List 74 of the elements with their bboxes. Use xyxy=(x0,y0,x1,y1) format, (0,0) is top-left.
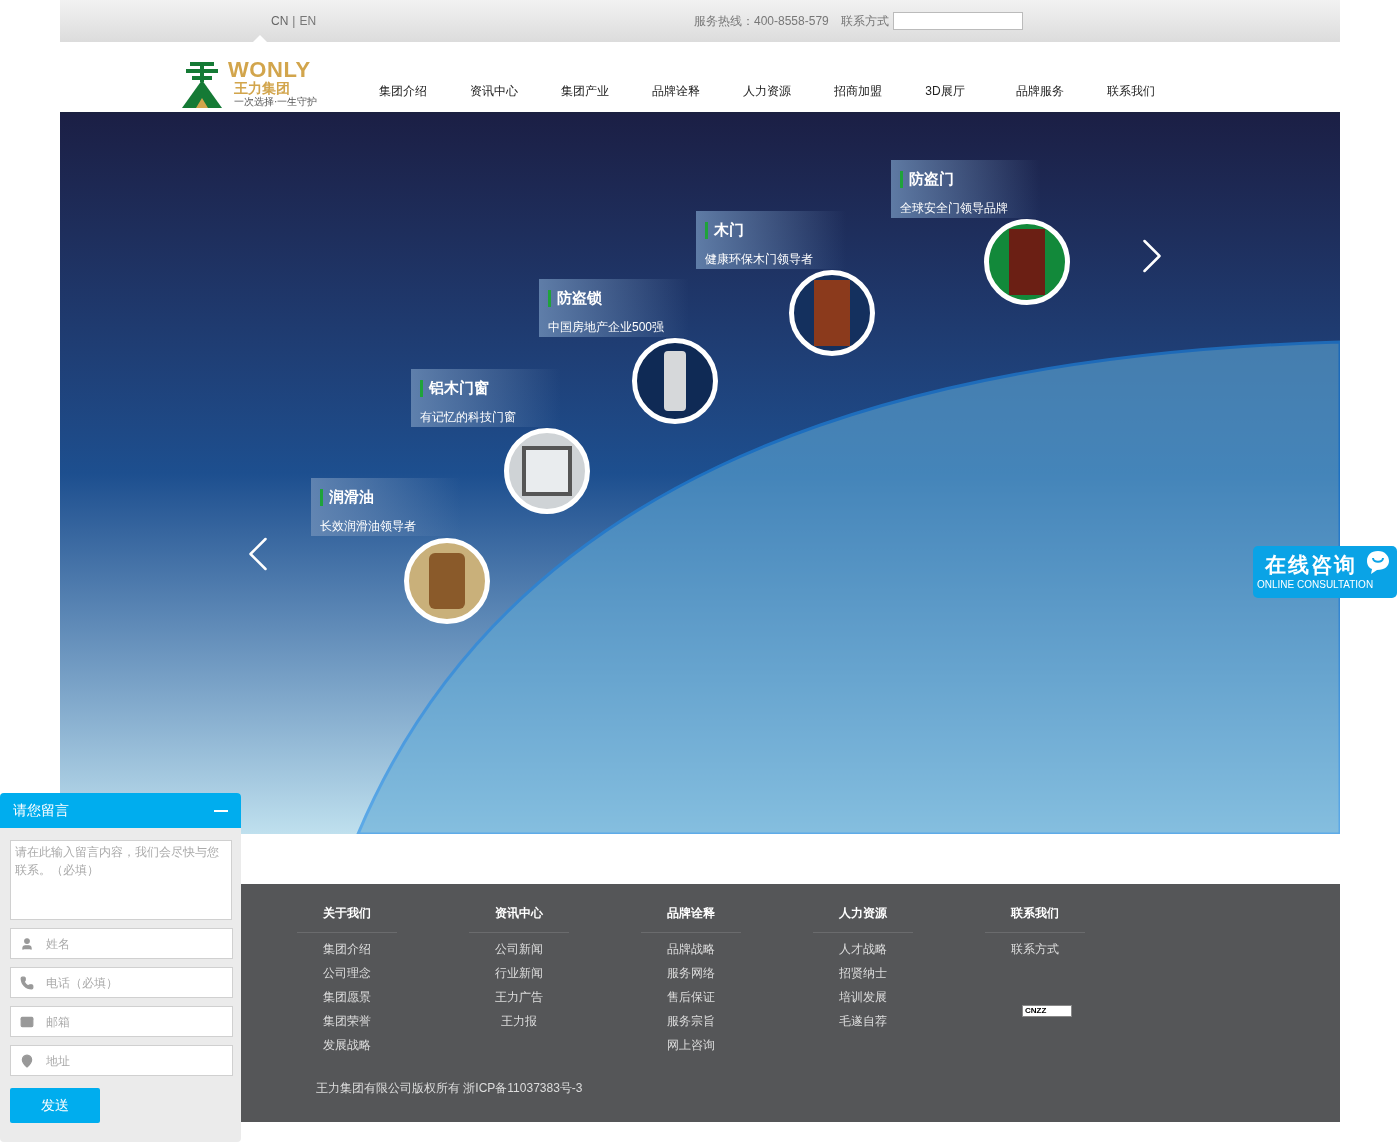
minimize-icon[interactable] xyxy=(214,809,228,812)
footer-link[interactable]: 服务网络 xyxy=(667,961,715,985)
footer-link[interactable]: 公司理念 xyxy=(323,961,371,985)
nav-link[interactable]: 集团产业 xyxy=(561,82,653,100)
logo-slogan: 一次选择·一生守护 xyxy=(234,97,318,107)
footer-link[interactable]: 集团介绍 xyxy=(323,937,371,961)
footer-link[interactable]: 人才战略 xyxy=(839,937,887,961)
message-panel-title: 请您留言 xyxy=(13,801,69,820)
footer-link[interactable]: 集团荣誉 xyxy=(323,1009,371,1033)
footer-link[interactable]: 培训发展 xyxy=(839,985,887,1009)
copyright-text: 王力集团有限公司版权所有 浙ICP备11037383号-3 xyxy=(316,1080,584,1097)
mail-icon xyxy=(20,1015,34,1029)
consult-subtitle: ONLINE CONSULTATION xyxy=(1257,580,1375,590)
footer-heading: 关于我们 xyxy=(323,905,371,922)
footer-link[interactable]: 网上咨询 xyxy=(667,1033,715,1057)
product-title: 防盗锁 xyxy=(557,288,602,308)
nav-link[interactable]: 3D展厅 xyxy=(925,82,1017,100)
location-pin-icon xyxy=(20,1054,34,1068)
accent-bar xyxy=(900,170,903,188)
nav-link[interactable]: 招商加盟 xyxy=(834,82,926,100)
phone-icon xyxy=(20,976,34,990)
footer-link[interactable]: 公司新闻 xyxy=(495,937,543,961)
footer-link[interactable]: 发展战略 xyxy=(323,1033,371,1057)
nav-link[interactable]: 集团介绍 xyxy=(379,82,471,100)
footer-heading: 资讯中心 xyxy=(495,905,543,922)
form-input-field[interactable]: 邮箱 xyxy=(10,1006,233,1037)
form-input-field[interactable]: 电话（必填） xyxy=(10,967,233,998)
chat-bubble-icon xyxy=(1365,549,1391,575)
accent-bar xyxy=(705,221,708,239)
accent-bar xyxy=(548,289,551,307)
nav-link[interactable]: 人力资源 xyxy=(743,82,835,100)
nav-link[interactable]: 品牌服务 xyxy=(1016,82,1108,100)
logo-chinese-name: 王力集团 xyxy=(234,81,291,95)
contact-label: 联系方式 xyxy=(840,13,889,30)
footer-heading: 人力资源 xyxy=(839,905,887,922)
logo-wordmark: WONLY xyxy=(228,59,312,81)
accent-bar xyxy=(420,379,423,397)
accent-bar xyxy=(320,488,323,506)
hotline-text: 服务热线：400-8558-579 xyxy=(694,13,829,30)
footer-link[interactable]: 集团愿景 xyxy=(323,985,371,1009)
footer-link[interactable]: 售后保证 xyxy=(667,985,715,1009)
product-title: 木门 xyxy=(714,220,744,240)
nav-link[interactable]: 联系我们 xyxy=(1107,82,1199,100)
footer-link[interactable]: 联系方式 xyxy=(1011,937,1059,961)
nav-link[interactable]: 品牌诠释 xyxy=(652,82,744,100)
stats-badge[interactable]: CNZZ xyxy=(1022,1005,1072,1017)
footer-link[interactable]: 行业新闻 xyxy=(495,961,543,985)
footer-link[interactable]: 王力报 xyxy=(501,1009,537,1033)
footer-link[interactable]: 品牌战略 xyxy=(667,937,715,961)
form-input-field[interactable]: 姓名 xyxy=(10,928,233,959)
message-field[interactable]: 请在此输入留言内容，我们会尽快与您联系。（必填） xyxy=(10,840,232,920)
product-subtitle: 有记忆的科技门窗 xyxy=(420,408,517,426)
product-title: 铝木门窗 xyxy=(429,378,489,398)
product-subtitle: 健康环保木门领导者 xyxy=(705,250,814,268)
product-title: 润滑油 xyxy=(329,487,374,507)
footer-link[interactable]: 毛遂自荐 xyxy=(839,1009,887,1033)
pointer-triangle xyxy=(252,35,268,43)
product-subtitle: 全球安全门领导品牌 xyxy=(900,199,1009,217)
language-separator: | xyxy=(292,13,296,30)
footer-link[interactable]: 招贤纳士 xyxy=(839,961,887,985)
user-icon xyxy=(20,937,34,951)
language-link[interactable]: EN xyxy=(299,12,317,30)
footer-link[interactable]: 王力广告 xyxy=(495,985,543,1009)
product-subtitle: 长效润滑油领导者 xyxy=(320,517,417,535)
footer-heading: 联系我们 xyxy=(1011,905,1059,922)
form-input-field[interactable]: 地址 xyxy=(10,1045,233,1076)
footer-link[interactable]: 服务宗旨 xyxy=(667,1009,715,1033)
nav-link[interactable]: 资讯中心 xyxy=(470,82,562,100)
product-subtitle: 中国房地产企业500强 xyxy=(548,318,666,336)
footer-heading: 品牌诠释 xyxy=(667,905,715,922)
language-link[interactable]: CN xyxy=(271,12,289,30)
product-title: 防盗门 xyxy=(909,169,954,189)
contact-field[interactable] xyxy=(892,12,1023,30)
consult-title: 在线咨询 xyxy=(1265,554,1357,575)
